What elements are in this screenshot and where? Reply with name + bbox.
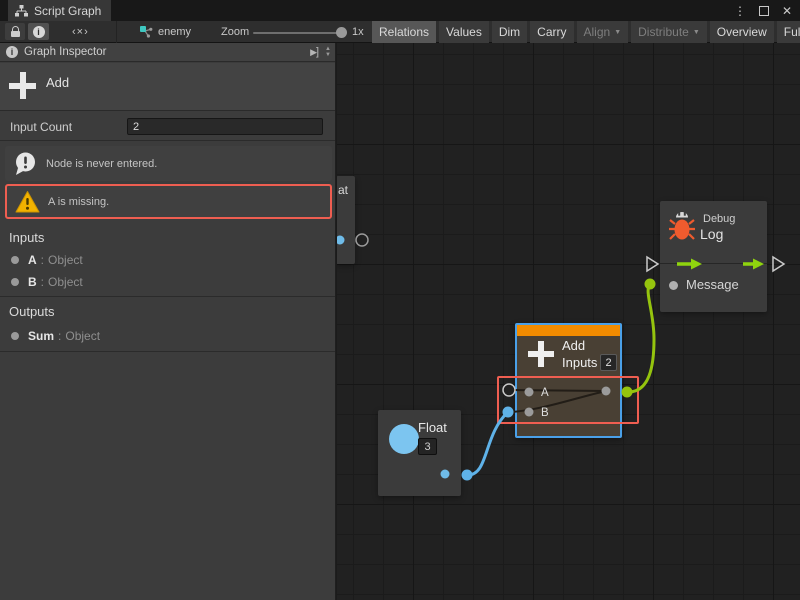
debug-node-title: Debug <box>703 213 735 225</box>
port-type: Object <box>48 253 83 267</box>
missing-port-circle[interactable] <box>503 384 515 396</box>
graph-tab-icon <box>15 5 28 17</box>
unconnected-flow-triangle[interactable] <box>773 257 784 271</box>
speech-bubble-exclaim-icon <box>13 151 38 177</box>
dock-sidebar-icon[interactable]: ▶] <box>310 46 319 58</box>
unconnected-port-circle[interactable] <box>356 234 368 246</box>
float-node[interactable]: Float 3 <box>378 410 461 496</box>
wire-float-to-b[interactable] <box>467 412 508 475</box>
bug-icon <box>668 211 696 243</box>
graph-canvas[interactable]: at Float 3 Add Inputs 2 Debug Log <box>337 43 800 600</box>
scroll-spinner[interactable]: ▲▼ <box>325 46 331 58</box>
port-dot-icon <box>11 256 19 264</box>
message-port-label: Message <box>686 277 739 292</box>
distribute-button[interactable]: Distribute▼ <box>631 21 707 43</box>
values-button[interactable]: Values <box>439 21 489 43</box>
inspector-port-row-a: A : Object <box>0 250 335 270</box>
inputs-heading: Inputs <box>9 230 44 245</box>
zoom-slider-track[interactable] <box>253 32 342 34</box>
full-screen-button[interactable]: Full Screen <box>777 21 800 43</box>
port-separator: : <box>41 253 44 267</box>
script-graph-window: Script Graph ⋮ ✕ i ‹×› enemy Zoom 1x <box>0 0 800 600</box>
add-node[interactable]: Add Inputs 2 <box>515 323 622 438</box>
info-message-text: Node is never entered. <box>46 158 157 170</box>
debug-node-subtitle: Log <box>700 226 723 242</box>
code-icon[interactable]: ‹×› <box>72 26 89 38</box>
relations-button[interactable]: Relations <box>372 21 436 43</box>
inspector-port-row-sum: Sum : Object <box>0 326 335 346</box>
port-type: Object <box>48 275 83 289</box>
port-name: B <box>28 275 37 289</box>
zoom-slider-thumb[interactable] <box>336 27 347 38</box>
graph-reference-name[interactable]: enemy <box>158 26 191 38</box>
close-icon[interactable]: ✕ <box>782 5 792 17</box>
spin-down-icon: ▼ <box>325 52 331 58</box>
chevron-down-icon: ▼ <box>693 29 700 36</box>
port-dot-icon <box>11 278 19 286</box>
warning-message-box: A is missing. <box>5 184 332 219</box>
port-name: Sum <box>28 329 54 343</box>
inspector-port-row-b: B : Object <box>0 272 335 292</box>
float-node-title: Float <box>418 420 447 435</box>
toolbar-buttons: Relations Values Dim Carry Align▼ Distri… <box>372 21 800 43</box>
port-name: A <box>28 253 37 267</box>
input-count-row: Input Count <box>0 112 335 140</box>
node-divider <box>660 263 767 264</box>
add-input-count-badge: 2 <box>600 354 617 371</box>
clipped-node[interactable]: at <box>337 176 355 264</box>
chevron-down-icon: ▼ <box>614 29 621 36</box>
warning-message-text: A is missing. <box>48 196 109 208</box>
window-menu-icon[interactable]: ⋮ <box>734 5 746 17</box>
dim-button[interactable]: Dim <box>492 21 527 43</box>
unit-title-section: Add <box>0 63 335 111</box>
zoom-value: 1x <box>352 26 364 38</box>
graph-reference-icon <box>140 26 153 38</box>
add-node-title: Add <box>562 338 585 353</box>
inspector-header: i Graph Inspector ▶] ▲▼ <box>0 43 335 62</box>
float-type-icon <box>389 424 419 454</box>
divider <box>0 296 335 297</box>
wire-sum-to-message[interactable] <box>627 284 654 392</box>
carry-button[interactable]: Carry <box>530 21 573 43</box>
port-type: Object <box>65 329 100 343</box>
tab-script-graph[interactable]: Script Graph <box>8 0 111 21</box>
debug-log-node[interactable]: Debug Log Message <box>660 201 767 312</box>
add-node-icon <box>528 341 554 367</box>
port-dot-icon <box>11 332 19 340</box>
info-icon: i <box>6 46 18 58</box>
add-node-subtitle: Inputs <box>562 355 597 370</box>
warning-triangle-icon <box>15 190 40 214</box>
tab-label: Script Graph <box>34 4 101 18</box>
overview-button[interactable]: Overview <box>710 21 774 43</box>
tab-bar: Script Graph ⋮ ✕ <box>0 0 800 21</box>
float-value-field[interactable]: 3 <box>418 438 437 455</box>
wire-overlay: A B <box>337 43 800 600</box>
align-button[interactable]: Align▼ <box>577 21 629 43</box>
info-message-box: Node is never entered. <box>5 146 332 181</box>
clipped-node-label: at <box>338 183 348 197</box>
window-controls: ⋮ ✕ <box>734 0 792 21</box>
graph-toolbar: i ‹×› enemy Zoom 1x Relations Values Dim… <box>0 21 800 43</box>
add-unit-icon <box>9 72 36 99</box>
zoom-label: Zoom <box>221 26 249 38</box>
input-count-label: Input Count <box>10 120 72 134</box>
graph-inspector-panel: i Graph Inspector ▶] ▲▼ Add Input Count … <box>0 43 336 600</box>
input-count-field[interactable] <box>127 118 323 135</box>
info-icon: i <box>33 26 45 38</box>
message-port-dot[interactable] <box>669 281 678 290</box>
divider <box>0 351 335 352</box>
toolbar-divider <box>116 21 117 43</box>
inspector-toggle-button[interactable]: i <box>28 23 49 40</box>
port-separator: : <box>41 275 44 289</box>
divider <box>0 140 335 141</box>
unconnected-flow-triangle[interactable] <box>647 257 658 271</box>
outputs-heading: Outputs <box>9 304 55 319</box>
unit-title: Add <box>46 75 69 90</box>
lock-button[interactable] <box>5 23 25 40</box>
maximize-icon[interactable] <box>759 6 769 16</box>
inspector-title: Graph Inspector <box>24 46 304 58</box>
port-separator: : <box>58 329 61 343</box>
add-node-header <box>517 325 620 336</box>
